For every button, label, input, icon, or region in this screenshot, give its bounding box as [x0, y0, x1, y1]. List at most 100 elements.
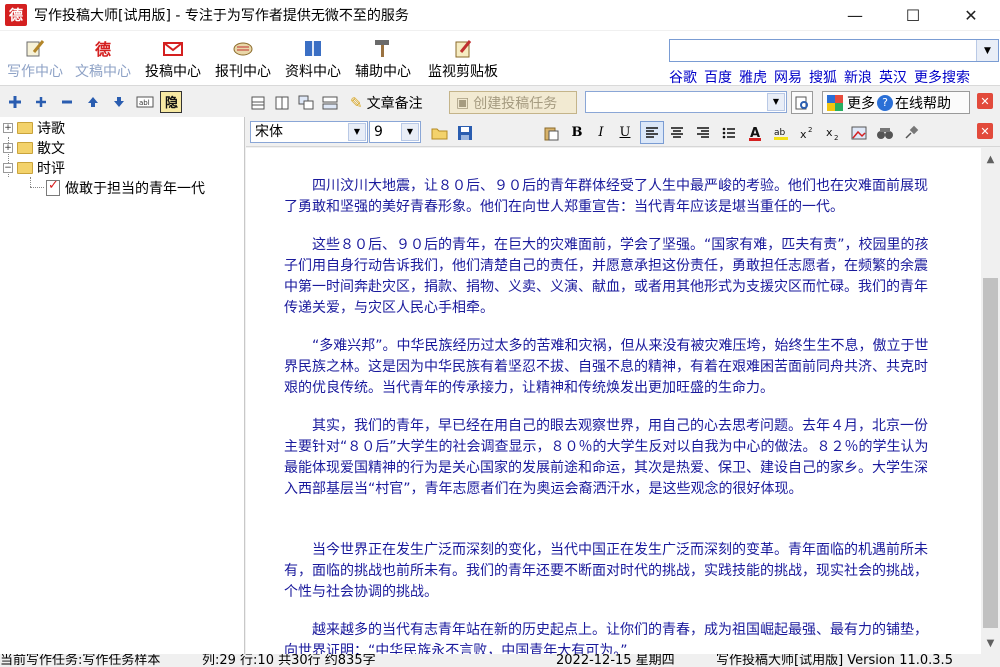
engine-link-more[interactable]: 更多搜索: [914, 67, 970, 87]
pin-icon[interactable]: [900, 121, 922, 144]
status-version: 写作投稿大师[试用版] Version 11.0.3.5: [716, 654, 953, 667]
article-note-button[interactable]: ✎ 文章备注: [350, 91, 446, 114]
remove-icon[interactable]: [56, 91, 78, 113]
create-submission-task-button[interactable]: ▣ 创建投稿任务: [449, 91, 577, 114]
clipboard-icon: [451, 37, 475, 59]
paragraph: 四川汶川大地震，让８０后、９０后的青年群体经受了人生中最严峻的考验。他们也在灾难…: [284, 178, 928, 215]
move-up-icon[interactable]: [82, 91, 104, 113]
tool-periodicals-center[interactable]: 报刊中心: [208, 35, 278, 81]
document-editor[interactable]: 四川汶川大地震，让８０后、９０后的青年群体经受了人生中最严峻的考验。他们也在灾难…: [246, 148, 981, 654]
tree-node-poetry[interactable]: + 诗歌: [3, 118, 65, 138]
font-color-button[interactable]: A: [744, 121, 766, 144]
window-tile-icon[interactable]: [320, 91, 340, 114]
paste-icon[interactable]: [540, 121, 562, 144]
app-logo-icon: 德: [5, 4, 27, 26]
font-size-select[interactable]: 9 ▼: [369, 121, 421, 143]
underline-button[interactable]: U: [614, 121, 636, 144]
collapse-icon[interactable]: −: [3, 163, 13, 173]
engine-link-sohu[interactable]: 搜狐: [809, 67, 837, 87]
highlight-button[interactable]: ab: [770, 121, 792, 144]
insert-image-icon[interactable]: [848, 121, 870, 144]
tool-materials-center[interactable]: 资料中心: [278, 35, 348, 81]
font-name-select[interactable]: 宋体 ▼: [250, 121, 368, 143]
add-item-icon[interactable]: [30, 91, 52, 113]
engine-link-yahoo[interactable]: 雅虎: [739, 67, 767, 87]
layout-horizontal-icon[interactable]: [248, 91, 268, 114]
tool-submission-center[interactable]: 投稿中心: [138, 35, 208, 81]
svg-text:2: 2: [834, 134, 838, 141]
engine-link-english-chinese[interactable]: 英汉: [879, 67, 907, 87]
maximize-button[interactable]: ☐: [884, 0, 942, 30]
chevron-down-icon[interactable]: ▼: [401, 123, 419, 141]
submission-task-select[interactable]: ▼: [585, 91, 787, 113]
tool-label: 文稿中心: [75, 64, 131, 80]
move-down-icon[interactable]: [108, 91, 130, 113]
task-icon: ▣: [456, 94, 470, 111]
subscript-button[interactable]: x2: [822, 121, 844, 144]
expand-icon[interactable]: +: [3, 123, 13, 133]
chevron-down-icon[interactable]: ▼: [767, 93, 785, 111]
tree-node-label: 诗歌: [37, 121, 65, 137]
window-cascade-icon[interactable]: [296, 91, 316, 114]
title-bar: 德 写作投稿大师[试用版] - 专注于为写作者提供无微不至的服务 — ☐ ✕: [0, 0, 1000, 30]
search-doc-icon[interactable]: [791, 91, 813, 114]
engine-link-google[interactable]: 谷歌: [669, 67, 697, 87]
close-panel-icon[interactable]: ✕: [977, 93, 993, 109]
status-current-task: 当前写作任务:写作任务样本: [0, 654, 161, 667]
chevron-down-icon[interactable]: ▼: [348, 123, 366, 141]
tool-writing-center[interactable]: 写作中心: [0, 35, 70, 81]
find-binoculars-icon[interactable]: [874, 121, 896, 144]
close-button[interactable]: ✕: [942, 0, 1000, 30]
svg-text:abl: abl: [139, 99, 150, 107]
editor-scrollbar[interactable]: ▲ ▼: [981, 148, 1000, 654]
superscript-button[interactable]: x2: [796, 121, 818, 144]
engine-link-netease[interactable]: 网易: [774, 67, 802, 87]
tree-guide-line: [30, 177, 31, 187]
scrollbar-thumb[interactable]: [983, 278, 998, 628]
document-tree: + 诗歌 + 散文 − 时评 做敢于担当的青年一代: [0, 117, 245, 654]
tree-node-commentary[interactable]: − 时评: [3, 158, 65, 178]
bold-button[interactable]: B: [566, 121, 588, 144]
engine-link-sina[interactable]: 新浪: [844, 67, 872, 87]
bullet-list-button[interactable]: [718, 121, 740, 144]
hide-icon[interactable]: 隐: [160, 91, 182, 113]
more-online-help-button[interactable]: 更多 ? 在线帮助: [822, 91, 970, 114]
engine-link-baidu[interactable]: 百度: [704, 67, 732, 87]
app-window: 德 写作投稿大师[试用版] - 专注于为写作者提供无微不至的服务 — ☐ ✕ 写…: [0, 0, 1000, 667]
scroll-down-icon[interactable]: ▼: [981, 634, 1000, 652]
tool-label: 资料中心: [285, 64, 341, 80]
close-format-bar-icon[interactable]: ✕: [977, 123, 993, 139]
align-center-button[interactable]: [666, 121, 688, 144]
tree-node-document[interactable]: 做敢于担当的青年一代: [46, 178, 205, 198]
editor-toolbar-top: ✎ 文章备注 ▣ 创建投稿任务 ▼ 更多 ? 在线帮助 ✕: [246, 88, 1000, 117]
align-right-button[interactable]: [692, 121, 714, 144]
mail-icon: [161, 37, 185, 59]
tool-manuscript-center[interactable]: 德 文稿中心: [68, 35, 138, 81]
paragraph: 当今世界正在发生广泛而深刻的变化，当代中国正在发生广泛而深刻的变革。青年面临的机…: [284, 542, 928, 600]
tool-label: 写作中心: [7, 64, 63, 80]
tool-auxiliary-center[interactable]: 辅助中心: [348, 35, 418, 81]
svg-text:德: 德: [95, 40, 111, 58]
search-engine-input[interactable]: ▼: [669, 39, 999, 62]
italic-button[interactable]: I: [590, 121, 612, 144]
window-title: 写作投稿大师[试用版] - 专注于为写作者提供无微不至的服务: [34, 8, 409, 24]
minimize-button[interactable]: —: [826, 0, 884, 30]
paragraph: 其实，我们的青年，早已经在用自己的眼去观察世界，用自己的心去思考问题。去年４月，…: [284, 418, 929, 497]
add-folder-icon[interactable]: [4, 91, 26, 113]
tree-node-prose[interactable]: + 散文: [3, 138, 65, 158]
layout-vertical-icon[interactable]: [272, 91, 292, 114]
rename-icon[interactable]: abl: [134, 91, 156, 113]
create-task-label: 创建投稿任务: [473, 95, 558, 112]
tool-label: 投稿中心: [145, 64, 201, 80]
folder-icon: [17, 142, 33, 154]
align-left-button[interactable]: [640, 121, 664, 144]
main-toolbar: 写作中心 德 文稿中心 投稿中心 报刊中心 资料中心 辅助中心 监视剪贴板 ▼: [0, 31, 1000, 86]
chevron-down-icon[interactable]: ▼: [976, 40, 998, 61]
font-name-value: 宋体: [255, 124, 283, 140]
scroll-up-icon[interactable]: ▲: [981, 150, 1000, 168]
pen-paper-icon: [23, 37, 47, 59]
save-icon[interactable]: [454, 121, 476, 144]
open-folder-icon[interactable]: [429, 121, 451, 144]
expand-icon[interactable]: +: [3, 143, 13, 153]
tool-clipboard-monitor[interactable]: 监视剪贴板: [424, 35, 502, 81]
